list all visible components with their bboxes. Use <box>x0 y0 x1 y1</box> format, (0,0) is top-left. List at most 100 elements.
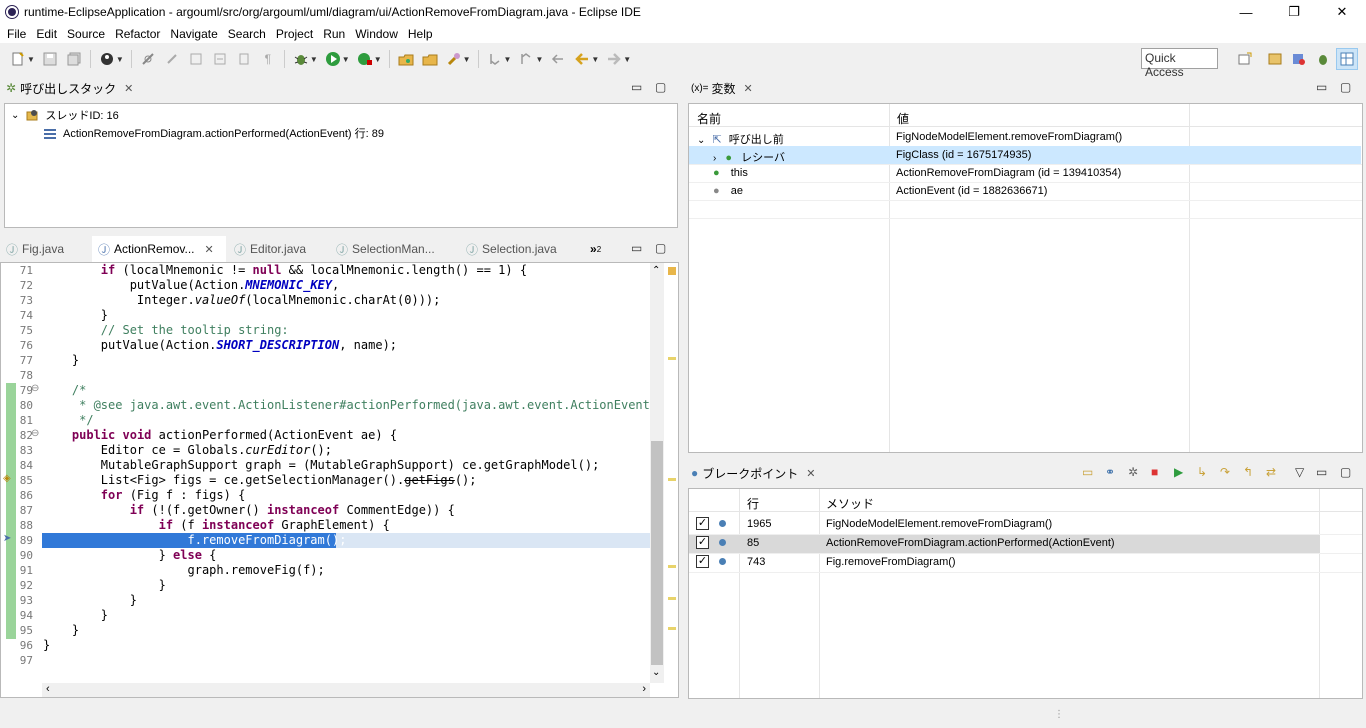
tab-callstack[interactable]: ✲ 呼び出しスタック ✕ <box>0 76 142 100</box>
vertical-scrollbar[interactable]: ⌃ ⌄ <box>650 263 664 683</box>
menu-edit[interactable]: Edit <box>31 27 62 41</box>
col-header-method[interactable]: メソッド <box>826 495 874 512</box>
warning-marker[interactable] <box>668 267 676 275</box>
variable-row[interactable]: ⌄ ⇱ 呼び出し前 <box>697 131 784 147</box>
open-perspective-icon[interactable] <box>1234 48 1256 70</box>
view-menu-icon[interactable]: ▽ <box>1295 465 1304 479</box>
breakpoint-enabled-checkbox[interactable]: ✓ <box>696 517 709 530</box>
breakpoint-enabled-checkbox[interactable]: ✓ <box>696 536 709 549</box>
col-header-name[interactable]: 名前 <box>697 110 721 127</box>
debug-perspective-icon[interactable] <box>1312 48 1334 70</box>
minimize-view-icon[interactable]: ▭ <box>1316 465 1327 479</box>
save-all-icon[interactable] <box>66 51 82 67</box>
thread-row[interactable]: ⌄ スレッドID: 16 <box>11 106 119 124</box>
search-icon[interactable] <box>446 51 462 67</box>
menu-refactor[interactable]: Refactor <box>110 27 165 41</box>
step-over-icon[interactable]: ↷ <box>1220 465 1230 479</box>
breakpoint-method[interactable]: FigNodeModelElement.removeFromDiagram() <box>826 518 1052 530</box>
maximize-view-icon[interactable]: ▢ <box>1340 80 1351 94</box>
new-icon[interactable] <box>10 51 26 67</box>
tab-breakpoints[interactable]: ● ブレークポイント ✕ <box>685 461 823 485</box>
back-dropdown-icon[interactable]: ▼ <box>591 55 599 64</box>
save-icon[interactable] <box>42 51 58 67</box>
last-edit-icon[interactable] <box>550 51 566 67</box>
skip-breakpoints-icon[interactable] <box>140 51 156 67</box>
scroll-down-icon[interactable]: ⌄ <box>652 667 660 678</box>
terminate-icon[interactable] <box>236 51 252 67</box>
close-icon[interactable]: ✕ <box>744 82 753 95</box>
close-icon[interactable]: ✕ <box>205 243 214 256</box>
menu-project[interactable]: Project <box>271 27 318 41</box>
quick-access-field[interactable]: Quick Access <box>1141 48 1218 79</box>
maximize-view-icon[interactable]: ▢ <box>655 80 666 94</box>
scroll-left-icon[interactable]: ‹ <box>46 683 50 695</box>
link-icon[interactable]: ⚭ <box>1105 465 1115 479</box>
close-button[interactable]: ✕ <box>1318 0 1366 24</box>
profile-dropdown-icon[interactable]: ▼ <box>116 55 124 64</box>
open-type-icon[interactable] <box>398 51 414 67</box>
editor-tab-selectionmanager[interactable]: Ⓙ SelectionMan... <box>336 236 456 262</box>
variable-row[interactable]: ● ae <box>713 185 743 197</box>
occurrence-marker[interactable] <box>668 357 676 360</box>
next-annotation-dropdown-icon[interactable]: ▼ <box>504 55 512 64</box>
profile-icon[interactable] <box>99 51 115 67</box>
editor-tab-editor[interactable]: Ⓙ Editor.java <box>234 236 334 262</box>
chevron-right-icon[interactable]: › <box>713 153 716 164</box>
terminate-icon[interactable]: ■ <box>1151 465 1158 479</box>
menu-window[interactable]: Window <box>350 27 403 41</box>
scrollbar-thumb[interactable] <box>651 441 663 665</box>
variable-row[interactable]: › ● レシーバ <box>713 149 785 165</box>
breakpoint-enabled-checkbox[interactable]: ✓ <box>696 555 709 568</box>
menu-help[interactable]: Help <box>403 27 438 41</box>
editor-tab-fig[interactable]: Ⓙ Fig.java <box>6 236 92 262</box>
minimize-button[interactable]: — <box>1222 0 1270 24</box>
run-dropdown-icon[interactable]: ▼ <box>342 55 350 64</box>
resume-icon[interactable]: ▶ <box>1174 465 1183 479</box>
close-icon[interactable]: ✕ <box>124 82 133 95</box>
occurrence-marker[interactable] <box>668 597 676 600</box>
variable-row[interactable]: ● this <box>713 167 748 179</box>
debug-icon[interactable] <box>293 51 309 67</box>
drop-to-frame-icon[interactable] <box>212 51 228 67</box>
restore-button[interactable]: ❐ <box>1270 0 1318 24</box>
menu-navigate[interactable]: Navigate <box>165 27 222 41</box>
breakpoint-method[interactable]: Fig.removeFromDiagram() <box>826 556 956 568</box>
minimize-view-icon[interactable]: ▭ <box>631 80 642 94</box>
layout-perspective-icon[interactable] <box>1336 48 1358 70</box>
col-header-line[interactable]: 行 <box>747 495 759 512</box>
editor-tab-selection[interactable]: Ⓙ Selection.java <box>466 236 576 262</box>
java-perspective-icon[interactable] <box>1264 48 1286 70</box>
menu-source[interactable]: Source <box>62 27 110 41</box>
code-area[interactable]: 71 if (localMnemonic != null && localMne… <box>1 263 657 683</box>
occurrence-marker[interactable] <box>668 627 676 630</box>
minimize-view-icon[interactable]: ▭ <box>1316 80 1327 94</box>
maximize-view-icon[interactable]: ▢ <box>1340 465 1351 479</box>
horizontal-scrollbar[interactable]: ‹ › <box>42 683 650 697</box>
editor-tab-actionremove[interactable]: Ⓙ ActionRemov... ✕ <box>92 236 226 262</box>
new-dropdown-icon[interactable]: ▼ <box>27 55 35 64</box>
chevron-down-icon[interactable]: ⌄ <box>697 135 705 146</box>
menu-file[interactable]: File <box>2 27 31 41</box>
col-header-value[interactable]: 値 <box>897 110 909 127</box>
breakpoint-method[interactable]: ActionRemoveFromDiagram.actionPerformed(… <box>826 537 1115 549</box>
occurrence-marker[interactable] <box>668 565 676 568</box>
prev-annotation-dropdown-icon[interactable]: ▼ <box>535 55 543 64</box>
tab-variables[interactable]: (x)= 変数 ✕ <box>685 76 761 100</box>
close-icon[interactable]: ✕ <box>806 467 815 480</box>
drop-to-frame-icon[interactable]: ⇄ <box>1266 465 1276 479</box>
prev-annotation-icon[interactable] <box>518 51 534 67</box>
menu-search[interactable]: Search <box>223 27 271 41</box>
step-icon[interactable] <box>164 51 180 67</box>
next-annotation-icon[interactable] <box>487 51 503 67</box>
external-tools-dropdown-icon[interactable]: ▼ <box>374 55 382 64</box>
stack-frame-row[interactable]: ActionRemoveFromDiagram.actionPerformed(… <box>43 124 384 142</box>
step-into-icon[interactable]: ↳ <box>1197 465 1207 479</box>
java-ee-perspective-icon[interactable] <box>1288 48 1310 70</box>
use-step-filters-icon[interactable] <box>188 51 204 67</box>
code-editor[interactable]: 71 if (localMnemonic != null && localMne… <box>0 262 679 698</box>
forward-dropdown-icon[interactable]: ▼ <box>623 55 631 64</box>
menu-run[interactable]: Run <box>318 27 350 41</box>
resize-grip-icon[interactable]: ⋮ <box>1054 709 1064 720</box>
step-return-icon[interactable]: ↰ <box>1243 465 1253 479</box>
paragraph-icon[interactable]: ¶ <box>260 51 276 67</box>
